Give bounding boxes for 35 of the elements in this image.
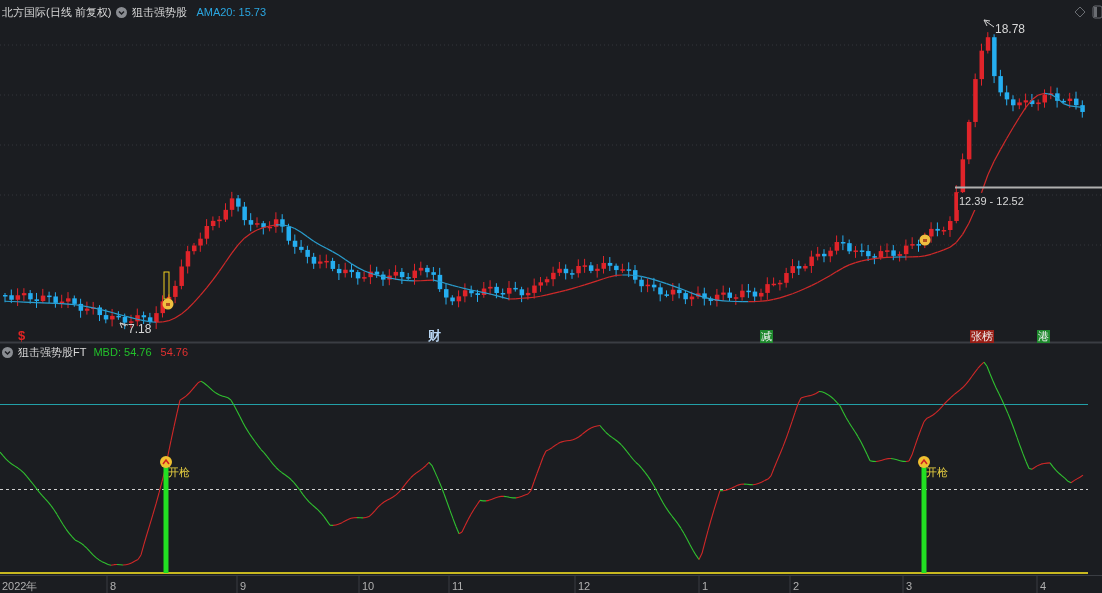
- diamond-icon[interactable]: [1074, 6, 1086, 18]
- event-marker: $: [18, 329, 26, 343]
- axis-label: 3: [906, 579, 913, 593]
- axis-label: 8: [110, 579, 117, 593]
- ama-value: AMA20: 15.73: [196, 5, 267, 20]
- event-badge: 减: [760, 330, 773, 343]
- axis-label: 12: [578, 579, 591, 593]
- indicator-name: 狙击强势股: [132, 5, 188, 20]
- axis-label: 1: [702, 579, 709, 593]
- price-label: 12.39 - 12.52: [958, 193, 1025, 210]
- signal-icon: [160, 456, 172, 468]
- signal-label: 开枪: [168, 465, 190, 480]
- axis-label: 2: [793, 579, 800, 593]
- axis-label: 11: [452, 579, 464, 593]
- event-badge: 张榜: [970, 330, 994, 343]
- chart-title: 北方国际(日线 前复权): [1, 5, 112, 20]
- price-label: 18.78: [995, 21, 1026, 38]
- panel-toggle-icon[interactable]: [1092, 5, 1102, 19]
- highlighted-candle: [163, 271, 170, 300]
- arrow-icon: [983, 19, 995, 28]
- collapse-icon[interactable]: [2, 346, 13, 358]
- collapse-icon[interactable]: [116, 6, 128, 18]
- price-label: 7.18: [128, 321, 152, 338]
- mbd-value: MBD: 54.76: [93, 345, 152, 360]
- event-badge: 港: [1037, 330, 1050, 343]
- indicator-value: 54.76: [160, 345, 189, 360]
- axis-label: 10: [362, 579, 375, 593]
- signal-label: 开枪: [926, 465, 948, 480]
- axis-label: 4: [1040, 579, 1047, 593]
- event-marker: 财: [428, 329, 441, 343]
- indicator-title: 狙击强势股FT: [18, 345, 87, 360]
- signal-icon: [918, 456, 930, 468]
- axis-label: 2022年: [2, 579, 38, 593]
- arrow-icon: [119, 322, 129, 329]
- axis-label: 9: [240, 579, 247, 593]
